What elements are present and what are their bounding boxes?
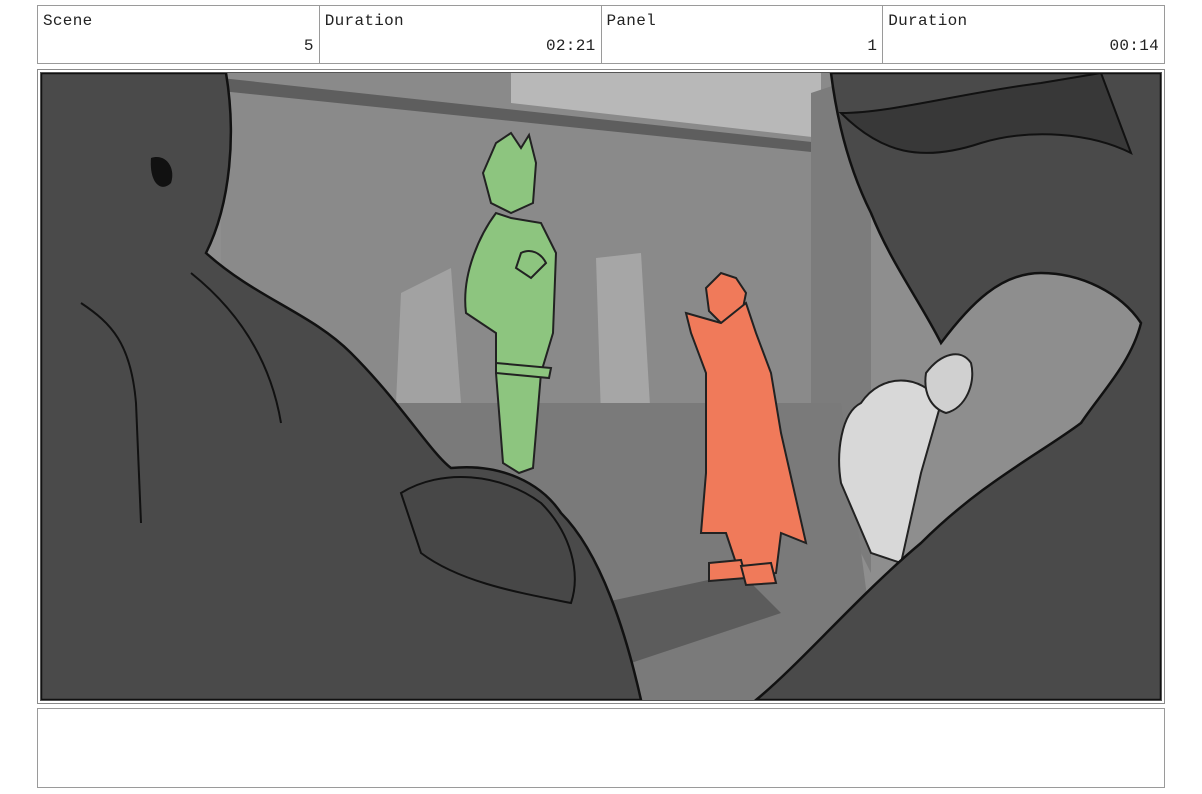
- panel-number: 1: [867, 37, 878, 55]
- scene-number: 5: [303, 37, 314, 55]
- scene-cell: Scene 5: [38, 6, 320, 63]
- panel-label: Panel: [606, 12, 657, 30]
- storyboard-panel-drawing: [40, 72, 1162, 701]
- storyboard-header: Scene 5 Duration 02:21 Panel 1 Duration …: [37, 5, 1165, 64]
- scene-duration-value: 02:21: [545, 37, 596, 55]
- panel-duration-value: 00:14: [1109, 37, 1159, 55]
- scene-label: Scene: [43, 12, 93, 30]
- panel-duration-cell: Duration 00:14: [883, 6, 1164, 63]
- panel-notes-box: [37, 708, 1165, 788]
- panel-duration-label: Duration: [888, 12, 968, 30]
- panel-cell: Panel 1: [602, 6, 884, 63]
- scene-duration-cell: Duration 02:21: [320, 6, 602, 63]
- scene-duration-label: Duration: [324, 12, 404, 30]
